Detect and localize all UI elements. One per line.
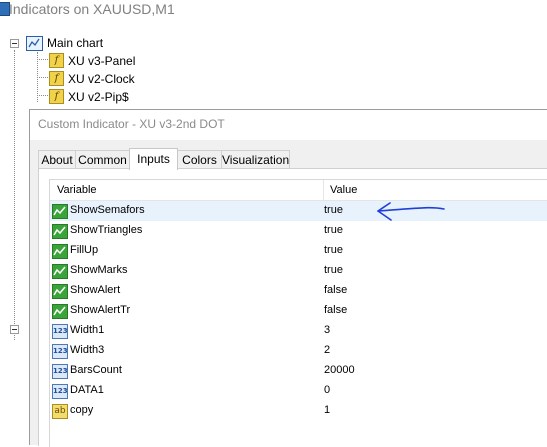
chart-window-icon bbox=[26, 36, 43, 51]
table-row[interactable]: 123 DATA1 0 bbox=[50, 381, 547, 401]
row-variable: ShowMarks bbox=[70, 264, 128, 276]
row-value[interactable]: true bbox=[324, 224, 343, 236]
row-value[interactable]: true bbox=[324, 204, 343, 216]
bool-param-icon bbox=[52, 264, 68, 279]
collapsed-node-expander[interactable] bbox=[10, 325, 19, 334]
row-value[interactable]: false bbox=[324, 304, 347, 316]
bool-param-icon bbox=[52, 284, 68, 299]
row-value[interactable]: true bbox=[324, 264, 343, 276]
column-separator[interactable] bbox=[323, 180, 324, 200]
table-row[interactable]: ShowSemafors true bbox=[50, 201, 547, 221]
bool-param-icon bbox=[52, 204, 68, 219]
parent-window-titlebar: Indicators on XAUUSD,M1 bbox=[0, 0, 547, 22]
table-row[interactable]: ShowTriangles true bbox=[50, 221, 547, 241]
row-variable: ShowTriangles bbox=[70, 224, 143, 236]
row-value[interactable]: 20000 bbox=[324, 364, 355, 376]
tree-connector bbox=[37, 77, 48, 78]
numeric-123-icon: 123 bbox=[52, 344, 68, 359]
row-variable: copy bbox=[70, 404, 94, 416]
inputs-grid: Variable Value ShowSemafors true ShowTrian… bbox=[49, 179, 547, 447]
indicator-f-icon: f bbox=[49, 71, 64, 86]
table-row[interactable]: ShowAlertTr false bbox=[50, 301, 547, 321]
dialog-title: Custom Indicator - XU v3-2nd DOT bbox=[38, 117, 225, 131]
row-value[interactable]: true bbox=[324, 244, 343, 256]
annotation-arrow-icon bbox=[377, 202, 445, 221]
tab-visualization[interactable]: Visualization bbox=[221, 150, 290, 169]
tree-item-xu-v2-clock[interactable]: XU v2-Clock bbox=[68, 72, 135, 86]
row-value[interactable]: 0 bbox=[324, 384, 330, 396]
tree-connector bbox=[37, 95, 48, 96]
column-header-value[interactable]: Value bbox=[330, 184, 357, 196]
table-row[interactable]: ab copy 1 bbox=[50, 401, 547, 421]
tree-connector bbox=[37, 59, 48, 60]
tab-common[interactable]: Common bbox=[75, 150, 130, 169]
bool-param-icon bbox=[52, 224, 68, 239]
tab-inputs[interactable]: Inputs bbox=[129, 148, 178, 170]
table-row[interactable]: 123 BarsCount 20000 bbox=[50, 361, 547, 381]
table-row[interactable]: ShowMarks true bbox=[50, 261, 547, 281]
numeric-123-icon: 123 bbox=[52, 384, 68, 399]
string-ab-icon: ab bbox=[52, 404, 68, 419]
bool-param-icon bbox=[52, 244, 68, 259]
row-variable: ShowAlertTr bbox=[70, 304, 131, 316]
row-variable: Width3 bbox=[70, 344, 105, 356]
custom-indicator-dialog: Custom Indicator - XU v3-2nd DOT About C… bbox=[29, 109, 547, 447]
main-chart-label[interactable]: Main chart bbox=[47, 36, 103, 50]
grid-header: Variable Value bbox=[50, 180, 547, 201]
table-row[interactable]: ShowAlert false bbox=[50, 281, 547, 301]
row-variable: FillUp bbox=[70, 244, 99, 256]
inputs-panel: Variable Value ShowSemafors true ShowTrian… bbox=[38, 168, 547, 447]
dialog-body: About Common Inputs Colors Visualization… bbox=[30, 140, 547, 447]
tree-connector bbox=[14, 50, 15, 340]
row-variable: DATA1 bbox=[70, 384, 104, 396]
indicator-f-icon: f bbox=[49, 53, 64, 68]
bool-param-icon bbox=[52, 304, 68, 319]
row-value[interactable]: false bbox=[324, 284, 347, 296]
tree-item-xu-v3-panel[interactable]: XU v3-Panel bbox=[68, 54, 135, 68]
column-header-variable[interactable]: Variable bbox=[57, 184, 97, 196]
tab-colors[interactable]: Colors bbox=[177, 150, 222, 169]
table-row[interactable]: FillUp true bbox=[50, 241, 547, 261]
row-value[interactable]: 2 bbox=[324, 344, 330, 356]
row-variable: ShowAlert bbox=[70, 284, 121, 296]
main-chart-expander[interactable] bbox=[10, 39, 19, 48]
row-value[interactable]: 3 bbox=[324, 324, 330, 336]
tab-about[interactable]: About bbox=[38, 150, 76, 169]
table-row[interactable]: 123 Width3 2 bbox=[50, 341, 547, 361]
indicator-f-icon: f bbox=[49, 89, 64, 104]
numeric-123-icon: 123 bbox=[52, 324, 68, 339]
row-variable: BarsCount bbox=[70, 364, 122, 376]
tree-item-xu-v2-pip[interactable]: XU v2-Pip$ bbox=[68, 90, 129, 104]
table-row[interactable]: 123 Width1 3 bbox=[50, 321, 547, 341]
numeric-123-icon: 123 bbox=[52, 364, 68, 379]
row-value[interactable]: 1 bbox=[324, 404, 330, 416]
row-variable: ShowSemafors bbox=[70, 204, 145, 216]
row-variable: Width1 bbox=[70, 324, 105, 336]
parent-window-title: Indicators on XAUUSD,M1 bbox=[9, 1, 175, 17]
